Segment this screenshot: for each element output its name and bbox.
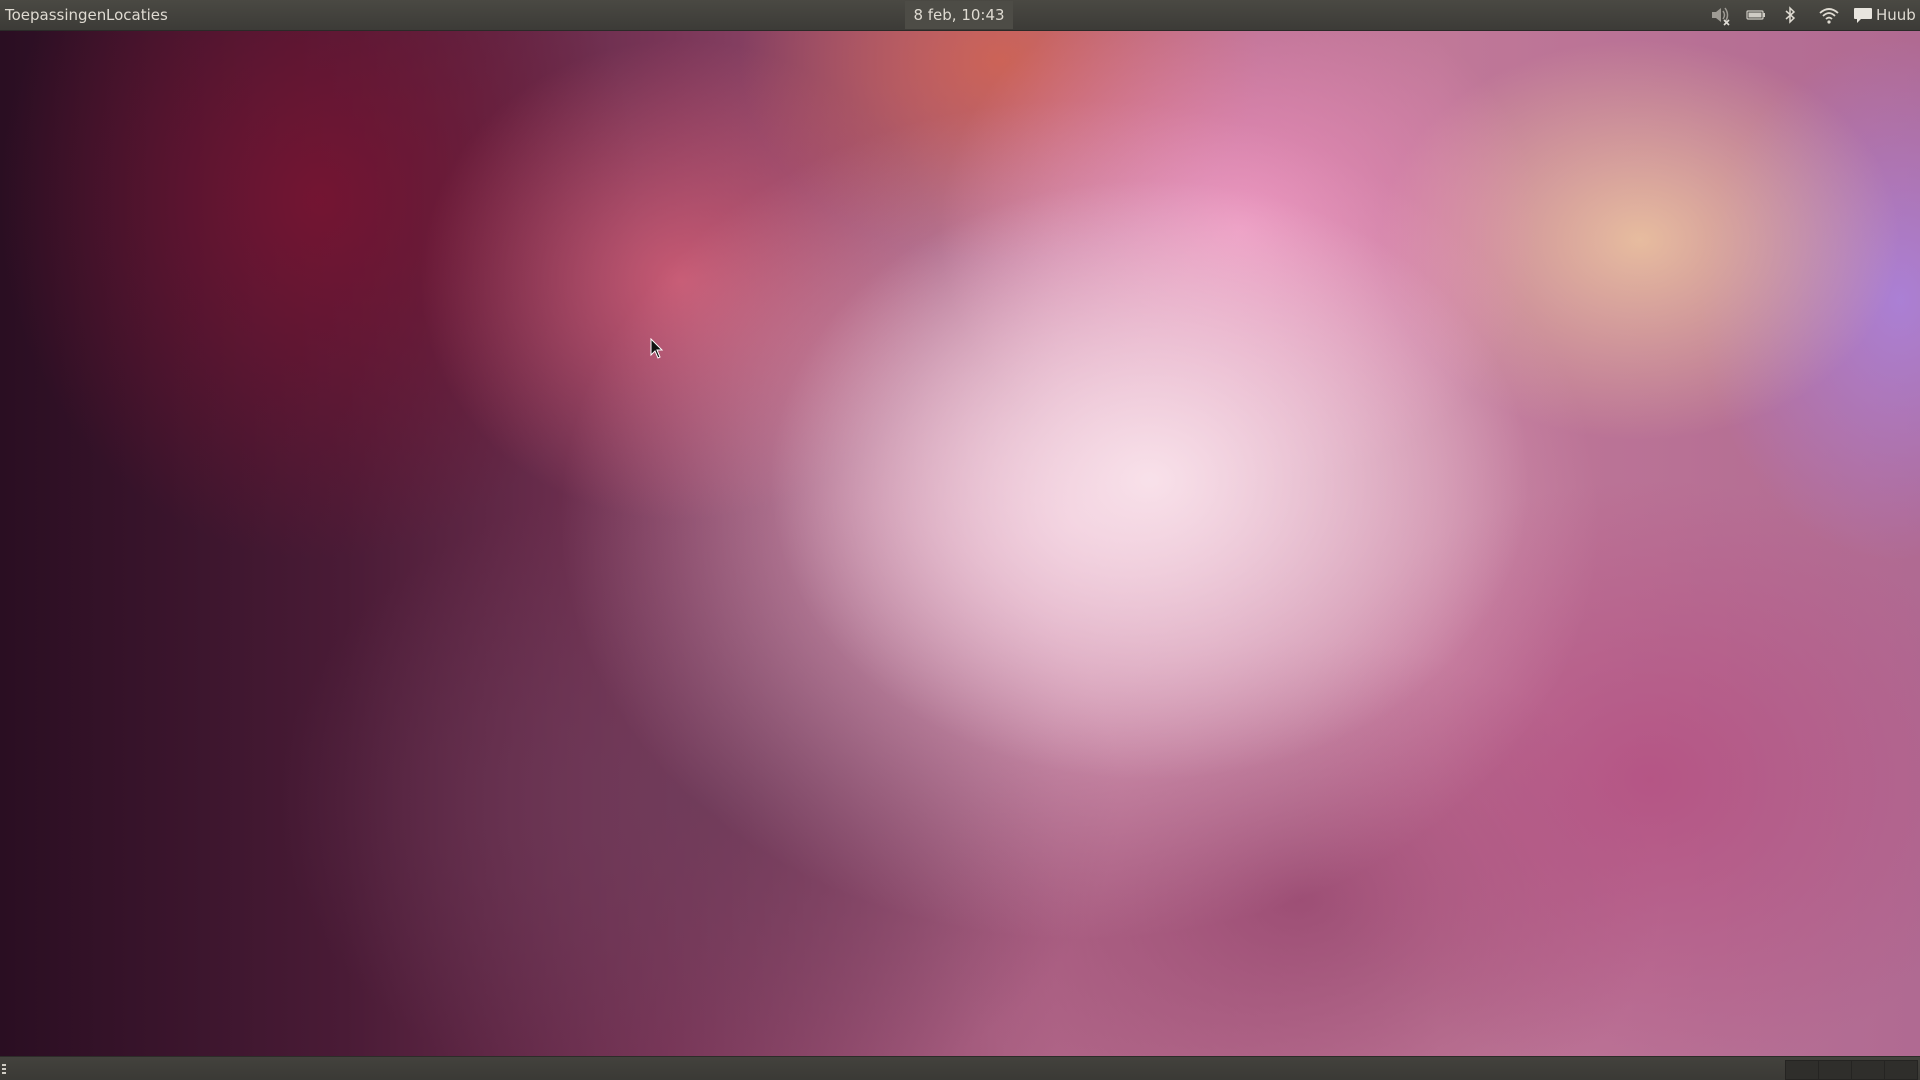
bottom-panel xyxy=(0,1056,1920,1080)
panel-handle-icon[interactable] xyxy=(2,1064,8,1074)
top-panel: Toepassingen Locaties 8 feb, 10:43 Huub xyxy=(0,0,1920,31)
desktop-wallpaper xyxy=(0,0,1920,1080)
desktop[interactable]: Toepassingen Locaties 8 feb, 10:43 Huub xyxy=(0,0,1920,1080)
workspace-1[interactable] xyxy=(1785,1060,1819,1080)
chat-icon[interactable] xyxy=(1852,4,1874,26)
clock[interactable]: 8 feb, 10:43 xyxy=(905,1,1013,29)
menu-applications[interactable]: Toepassingen xyxy=(0,0,111,30)
menu-places[interactable]: Locaties xyxy=(101,0,173,30)
bluetooth-icon[interactable] xyxy=(1779,4,1801,26)
wifi-icon[interactable] xyxy=(1818,4,1840,26)
volume-muted-icon[interactable] xyxy=(1709,4,1731,26)
workspace-switcher[interactable] xyxy=(1785,1060,1918,1080)
workspace-3[interactable] xyxy=(1851,1060,1885,1080)
workspace-2[interactable] xyxy=(1818,1060,1852,1080)
mouse-cursor-icon xyxy=(650,338,664,359)
user-menu[interactable]: Huub xyxy=(1876,0,1916,30)
workspace-4[interactable] xyxy=(1884,1060,1918,1080)
battery-icon[interactable] xyxy=(1745,4,1767,26)
